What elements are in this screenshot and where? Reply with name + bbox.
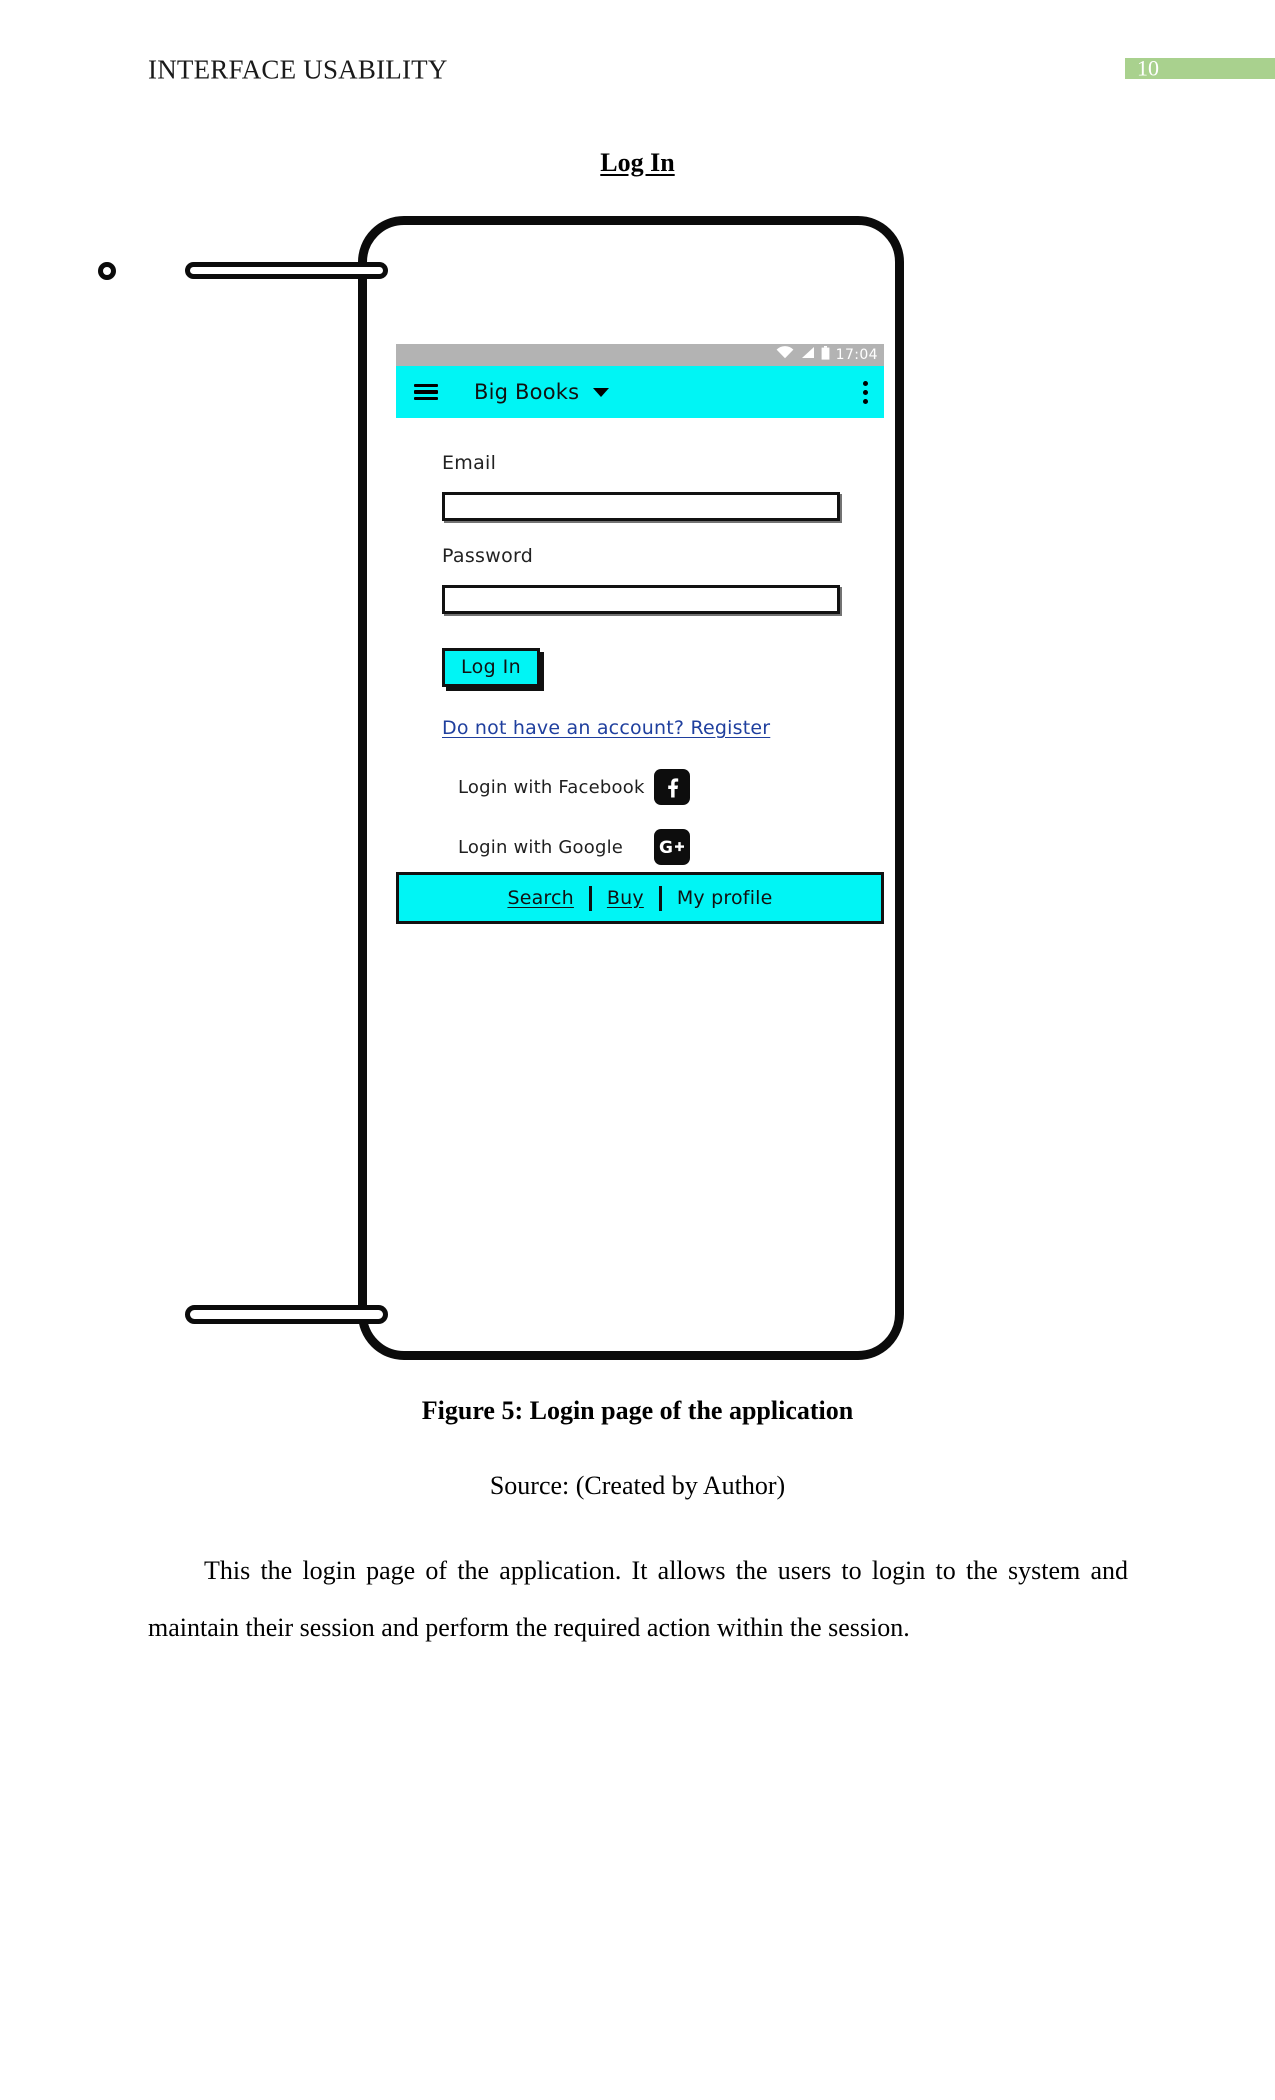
- status-icon-group: 17:04: [776, 345, 878, 365]
- register-link[interactable]: Do not have an account? Register: [442, 717, 840, 739]
- phone-screen: 17:04 Big Books Email Password Log In Do…: [396, 344, 884, 924]
- app-bar: Big Books: [396, 366, 884, 418]
- page-number-badge: 10: [1125, 55, 1275, 81]
- nav-divider: [588, 885, 592, 911]
- password-input[interactable]: [442, 585, 840, 614]
- status-bar: 17:04: [396, 344, 884, 366]
- facebook-login-label: Login with Facebook: [458, 776, 645, 798]
- login-form: Email Password Log In Do not have an acc…: [396, 418, 884, 865]
- page-number: 10: [1137, 55, 1159, 81]
- google-login-row[interactable]: Login with Google G: [442, 829, 840, 865]
- google-plus-icon[interactable]: G: [654, 829, 690, 865]
- hamburger-icon[interactable]: [414, 383, 438, 401]
- email-input[interactable]: [442, 492, 840, 521]
- front-camera-icon: [98, 262, 116, 280]
- page-title: Log In: [600, 148, 675, 177]
- nav-divider: [658, 885, 662, 911]
- status-time: 17:04: [835, 347, 878, 363]
- bottom-navigation: Search Buy My profile: [396, 872, 884, 924]
- figure-source: Source: (Created by Author): [489, 1471, 786, 1500]
- nav-item-buy[interactable]: Buy: [607, 887, 644, 909]
- nav-item-search[interactable]: Search: [507, 887, 573, 909]
- home-button[interactable]: [185, 1305, 388, 1324]
- password-label: Password: [442, 545, 534, 567]
- wifi-icon: [776, 346, 794, 364]
- app-title: Big Books: [474, 380, 580, 404]
- login-button[interactable]: Log In: [442, 648, 541, 687]
- earpiece-speaker: [185, 262, 388, 279]
- svg-text:G: G: [659, 838, 673, 857]
- signal-icon: [800, 346, 815, 364]
- nav-item-my-profile[interactable]: My profile: [677, 887, 773, 909]
- battery-icon: [821, 345, 830, 365]
- running-head: INTERFACE USABILITY: [148, 54, 448, 85]
- chevron-down-icon[interactable]: [593, 387, 610, 397]
- body-paragraph: This the login page of the application. …: [148, 1556, 1128, 1642]
- kebab-menu-icon[interactable]: [863, 380, 868, 404]
- facebook-icon[interactable]: [654, 769, 690, 805]
- google-login-label: Login with Google: [458, 836, 624, 858]
- email-label: Email: [442, 452, 497, 474]
- document-header: INTERFACE USABILITY 10: [0, 0, 1275, 110]
- facebook-login-row[interactable]: Login with Facebook: [442, 769, 840, 805]
- figure-caption: Figure 5: Login page of the application: [421, 1396, 854, 1425]
